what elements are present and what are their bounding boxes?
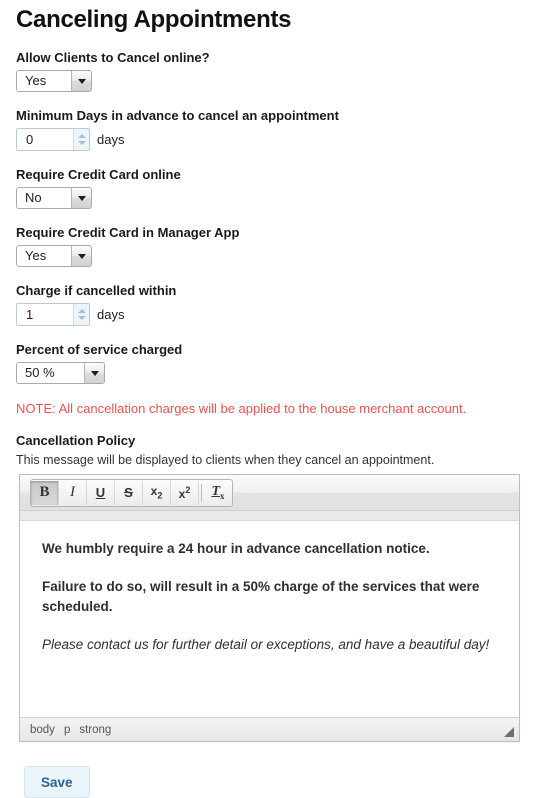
bold-button[interactable]: B	[31, 480, 59, 505]
field-require-cc-online: Require Credit Card online No	[0, 167, 546, 209]
chevron-down-icon[interactable]	[71, 246, 91, 266]
field-allow-cancel-online: Allow Clients to Cancel online? Yes	[0, 50, 546, 92]
remove-format-icon: Tx	[211, 484, 225, 501]
charge-within-days-value[interactable]: 1	[17, 304, 73, 325]
editor-content-area[interactable]: We humbly require a 24 hour in advance c…	[20, 521, 519, 717]
page-title: Canceling Appointments	[16, 6, 292, 33]
minimum-days-stepper[interactable]: 0	[16, 128, 90, 151]
toolbar-separator	[201, 483, 202, 502]
policy-heading-group: Cancellation Policy	[0, 433, 546, 449]
form-actions: Save	[0, 742, 546, 798]
italic-button[interactable]: I	[59, 480, 87, 505]
percent-of-service-charged-select[interactable]: 50 %	[16, 362, 105, 384]
chevron-down-icon[interactable]	[71, 188, 91, 208]
field-label-percent-of-service-charged: Percent of service charged	[16, 342, 183, 357]
field-label-require-cc-online: Require Credit Card online	[16, 167, 181, 182]
field-charge-if-cancelled-within: Charge if cancelled within 1 days	[0, 283, 546, 326]
superscript-button[interactable]: x2	[171, 480, 199, 505]
minimum-days-value[interactable]: 0	[17, 129, 73, 150]
field-percent-of-service-charged: Percent of service charged 50 %	[0, 342, 546, 384]
editor-resize-handle-icon[interactable]	[504, 727, 514, 737]
chevron-down-icon[interactable]	[71, 71, 91, 91]
cancellation-policy-heading: Cancellation Policy	[16, 433, 136, 448]
editor-format-button-group: B I U S x2 x2 Tx	[30, 478, 233, 507]
field-label-allow-cancel-online: Allow Clients to Cancel online?	[16, 50, 210, 65]
chevron-down-icon[interactable]	[84, 363, 104, 383]
field-label-minimum-days: Minimum Days in advance to cancel an app…	[16, 108, 339, 123]
element-path-item[interactable]: p	[64, 724, 70, 736]
canceling-appointments-page: Canceling Appointments Allow Clients to …	[0, 0, 546, 798]
superscript-icon: x2	[178, 484, 191, 501]
underline-icon: U	[95, 485, 106, 500]
spinner-down-icon[interactable]	[77, 141, 86, 145]
require-cc-online-select[interactable]: No	[16, 187, 92, 209]
spinner-up-icon[interactable]	[77, 309, 86, 313]
editor-paragraph: Failure to do so, will result in a 50% c…	[42, 579, 480, 614]
underline-button[interactable]: U	[87, 480, 115, 505]
spinner-down-icon[interactable]	[77, 316, 86, 320]
field-label-require-cc-manager-app: Require Credit Card in Manager App	[16, 225, 240, 240]
bold-icon: B	[39, 484, 50, 500]
subscript-button[interactable]: x2	[143, 480, 171, 505]
editor-toolbar-divider	[20, 511, 519, 521]
field-minimum-days: Minimum Days in advance to cancel an app…	[0, 108, 546, 151]
charge-within-days-spinner[interactable]	[73, 304, 89, 325]
minimum-days-spinner[interactable]	[73, 129, 89, 150]
element-path-item[interactable]: strong	[79, 724, 111, 736]
require-cc-manager-app-value: Yes	[17, 246, 71, 266]
save-button[interactable]: Save	[24, 766, 90, 798]
strikethrough-button[interactable]: S	[115, 480, 143, 505]
element-path-item[interactable]: body	[30, 724, 55, 736]
spinner-up-icon[interactable]	[77, 134, 86, 138]
strikethrough-icon: S	[124, 485, 133, 500]
remove-format-button[interactable]: Tx	[204, 481, 232, 505]
subscript-icon: x2	[150, 484, 163, 501]
field-require-cc-manager-app: Require Credit Card in Manager App Yes	[0, 225, 546, 267]
cancellation-policy-subtext: This message will be displayed to client…	[16, 453, 435, 467]
editor-paragraph: Please contact us for further detail or …	[42, 637, 490, 652]
require-cc-manager-app-select[interactable]: Yes	[16, 245, 92, 267]
percent-of-service-charged-value: 50 %	[17, 363, 84, 383]
require-cc-online-value: No	[17, 188, 71, 208]
editor-status-bar: body p strong	[20, 717, 519, 741]
cancellation-policy-editor: B I U S x2 x2 Tx We humbly require a 24 …	[19, 474, 520, 742]
editor-paragraph: We humbly require a 24 hour in advance c…	[42, 541, 430, 556]
allow-cancel-online-select[interactable]: Yes	[16, 70, 92, 92]
charge-within-days-unit: days	[97, 307, 125, 322]
field-label-charge-if-cancelled-within: Charge if cancelled within	[16, 283, 177, 298]
allow-cancel-online-value: Yes	[17, 71, 71, 91]
cancellation-charges-note: NOTE: All cancellation charges will be a…	[16, 401, 467, 416]
charge-within-days-stepper[interactable]: 1	[16, 303, 90, 326]
minimum-days-unit: days	[97, 132, 125, 147]
editor-element-path: body p strong	[30, 724, 111, 736]
editor-toolbar: B I U S x2 x2 Tx	[20, 475, 519, 511]
italic-icon: I	[70, 484, 75, 500]
